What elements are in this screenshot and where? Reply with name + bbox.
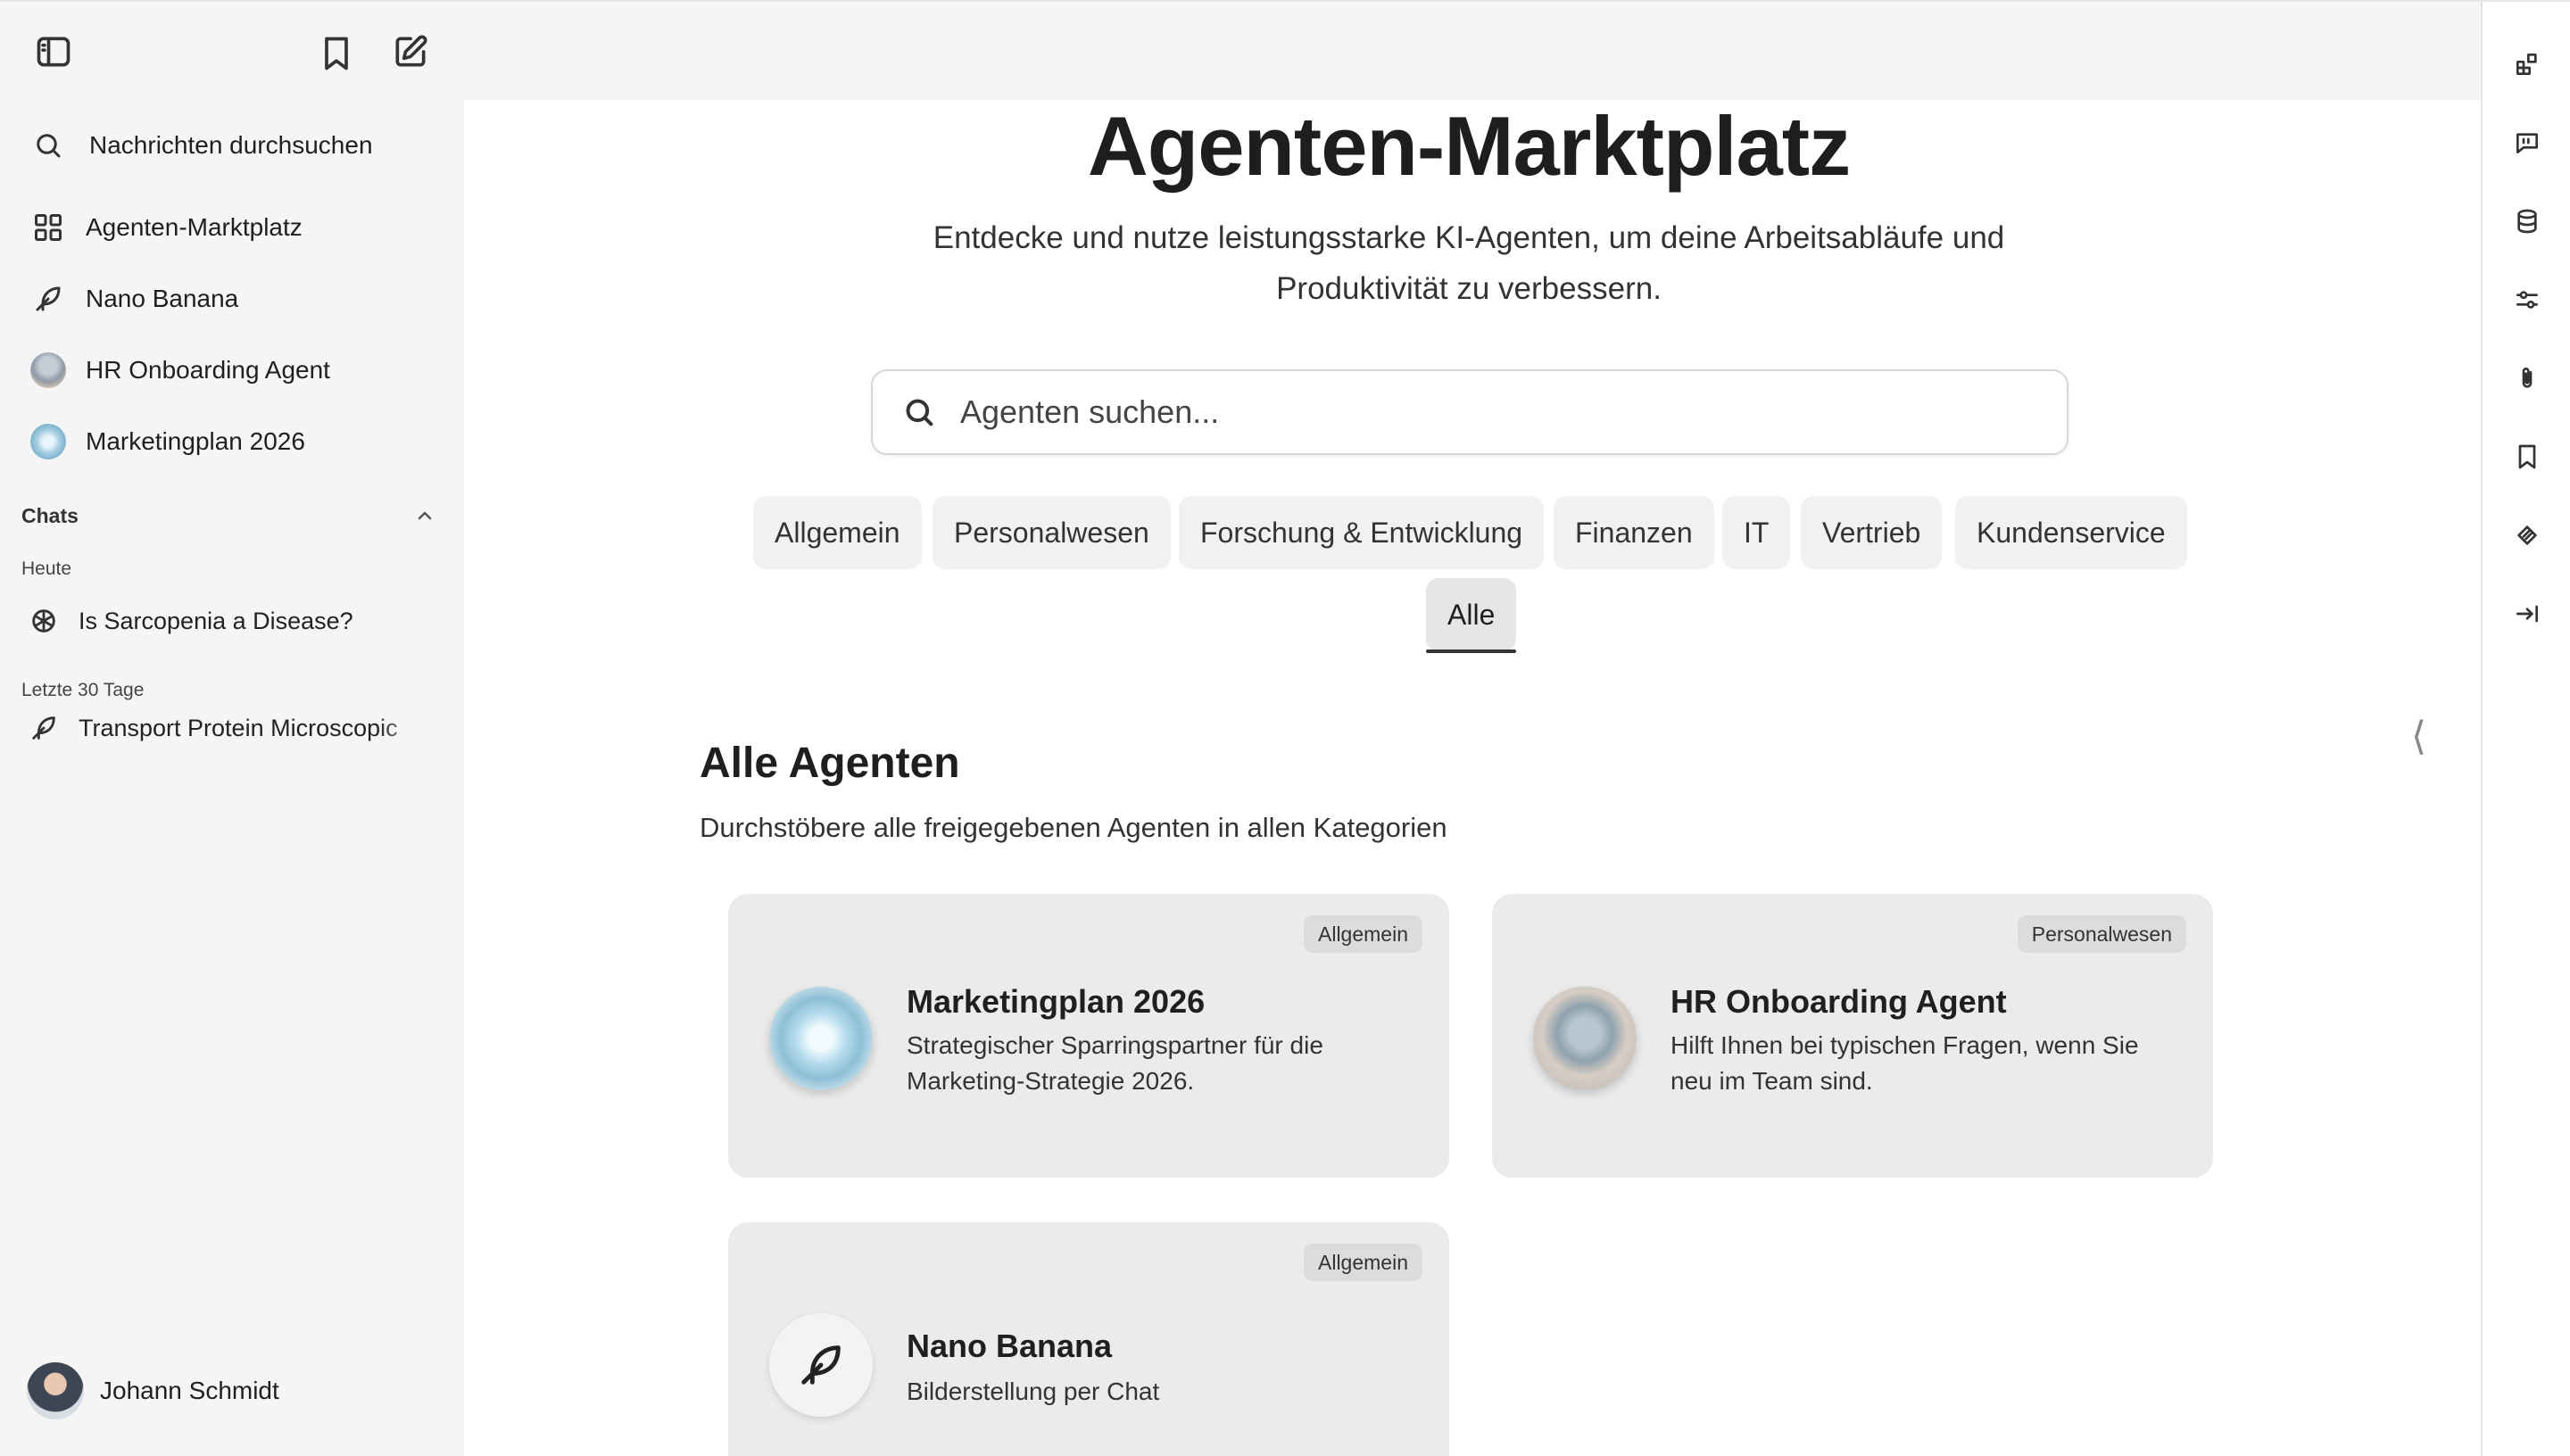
chats-header-label: Chats (21, 503, 79, 527)
agent-card-nano-banana[interactable]: Allgemein Nano Banana Bilderstellung per… (728, 1222, 1449, 1456)
search-icon (21, 119, 75, 172)
sidebar-item-hr-onboarding-agent[interactable]: HR Onboarding Agent (21, 339, 443, 401)
agent-title: Nano Banana (907, 1328, 1113, 1364)
openai-icon (32, 609, 55, 633)
layers-icon[interactable] (2504, 512, 2550, 558)
hr-onboarding-avatar (1533, 987, 1637, 1090)
sidebar-item-label: Nano Banana (86, 285, 239, 312)
database-icon[interactable] (2504, 198, 2550, 244)
agent-description: Hilft Ihnen bei typischen Fragen, wenn S… (1670, 1031, 2139, 1095)
bookmark-icon[interactable] (308, 25, 365, 82)
sidebar-item-label: HR Onboarding Agent (86, 356, 330, 384)
feather-icon (32, 716, 55, 740)
marketingplan-avatar (769, 987, 873, 1090)
user-avatar (27, 1362, 84, 1419)
sidebar-item-label: Marketingplan 2026 (86, 427, 305, 455)
search-messages-button[interactable]: Nachrichten durchsuchen (21, 114, 443, 177)
paperclip-icon[interactable] (2504, 355, 2550, 401)
feather-icon (769, 1313, 873, 1417)
agent-title: Marketingplan 2026 (907, 983, 1206, 1020)
category-chip-finanzen[interactable]: Finanzen (1554, 496, 1714, 569)
agent-description: Bilderstellung per Chat (907, 1377, 1160, 1405)
message-icon[interactable] (2504, 120, 2550, 166)
hr-onboarding-avatar (30, 352, 66, 388)
agent-description: Strategischer Sparringspartner für die M… (907, 1031, 1323, 1095)
grid-icon (21, 201, 75, 254)
collapse-right-icon[interactable] (2504, 591, 2550, 637)
chats-section-header[interactable]: Chats (21, 498, 443, 534)
sidebar: Nachrichten durchsuchen Agenten-Marktpla… (0, 0, 464, 1456)
category-badge: Allgemein (1304, 915, 1422, 953)
sidebar-item-nano-banana[interactable]: Nano Banana (21, 268, 443, 330)
user-profile-button[interactable]: Johann Schmidt (27, 1361, 279, 1420)
new-chat-icon[interactable] (382, 23, 439, 80)
agent-search-input[interactable] (960, 393, 2013, 431)
search-messages-label: Nachrichten durchsuchen (89, 131, 373, 159)
sliders-icon[interactable] (2504, 277, 2550, 323)
chat-item[interactable]: Transport Protein Microscopic (29, 703, 439, 753)
right-rail (2481, 0, 2570, 1456)
drag-handle-icon[interactable]: ⟨ (2411, 714, 2426, 759)
agent-title: HR Onboarding Agent (1670, 983, 2007, 1020)
chat-item-label: Transport Protein Microscopic (79, 714, 398, 741)
chevron-up-icon (418, 511, 432, 520)
section-subtitle: Durchstöbere alle freigegebenen Agenten … (700, 812, 1447, 843)
category-chip-forschung-entwicklung[interactable]: Forschung & Entwicklung (1179, 496, 1545, 569)
widgets-icon[interactable] (2504, 41, 2550, 87)
group-label-today: Heute (21, 558, 72, 579)
section-title: Alle Agenten (700, 740, 960, 787)
bookmark-icon[interactable] (2504, 434, 2550, 480)
category-chip-alle[interactable]: Alle (1426, 578, 1517, 653)
sidebar-item-agenten-marktplatz[interactable]: Agenten-Marktplatz (21, 196, 443, 259)
chat-item[interactable]: Is Sarcopenia a Disease? (29, 596, 439, 646)
page-subtitle: Entdecke und nutze leistungsstarke KI-Ag… (892, 212, 2045, 314)
category-chip-personalwesen[interactable]: Personalwesen (933, 496, 1171, 569)
sidebar-item-marketingplan-2026[interactable]: Marketingplan 2026 (21, 410, 443, 473)
text-fade (377, 703, 439, 753)
feather-icon (21, 272, 75, 326)
group-label-last-30-days: Letzte 30 Tage (21, 680, 145, 700)
agent-card-hr-onboarding[interactable]: Personalwesen HR Onboarding Agent Hilft … (1492, 894, 2213, 1178)
category-badge: Personalwesen (2017, 915, 2186, 953)
category-chip-vertrieb[interactable]: Vertrieb (1801, 496, 1943, 569)
page-title: Agenten-Marktplatz (1087, 99, 1851, 193)
category-chip-it[interactable]: IT (1722, 496, 1791, 569)
chat-item-label: Is Sarcopenia a Disease? (79, 607, 353, 634)
category-chip-allgemein[interactable]: Allgemein (753, 496, 922, 569)
page-subtitle-line2: Produktivität zu verbessern. (1276, 271, 1662, 306)
marketingplan-avatar (30, 424, 66, 459)
category-chip-kundenservice[interactable]: Kundenservice (1955, 496, 2187, 569)
toggle-sidebar-icon[interactable] (25, 23, 82, 80)
agent-card-marketingplan-2026[interactable]: Allgemein Marketingplan 2026 Strategisch… (728, 894, 1449, 1178)
user-name: Johann Schmidt (100, 1377, 279, 1404)
category-badge: Allgemein (1304, 1244, 1422, 1281)
page-subtitle-line1: Entdecke und nutze leistungsstarke KI-Ag… (933, 220, 2005, 255)
sidebar-item-label: Agenten-Marktplatz (86, 213, 303, 241)
top-bar (464, 0, 2481, 100)
app-window: Nachrichten durchsuchen Agenten-Marktpla… (0, 0, 2570, 1456)
search-icon (906, 399, 933, 426)
agent-search-box[interactable] (871, 369, 2068, 455)
